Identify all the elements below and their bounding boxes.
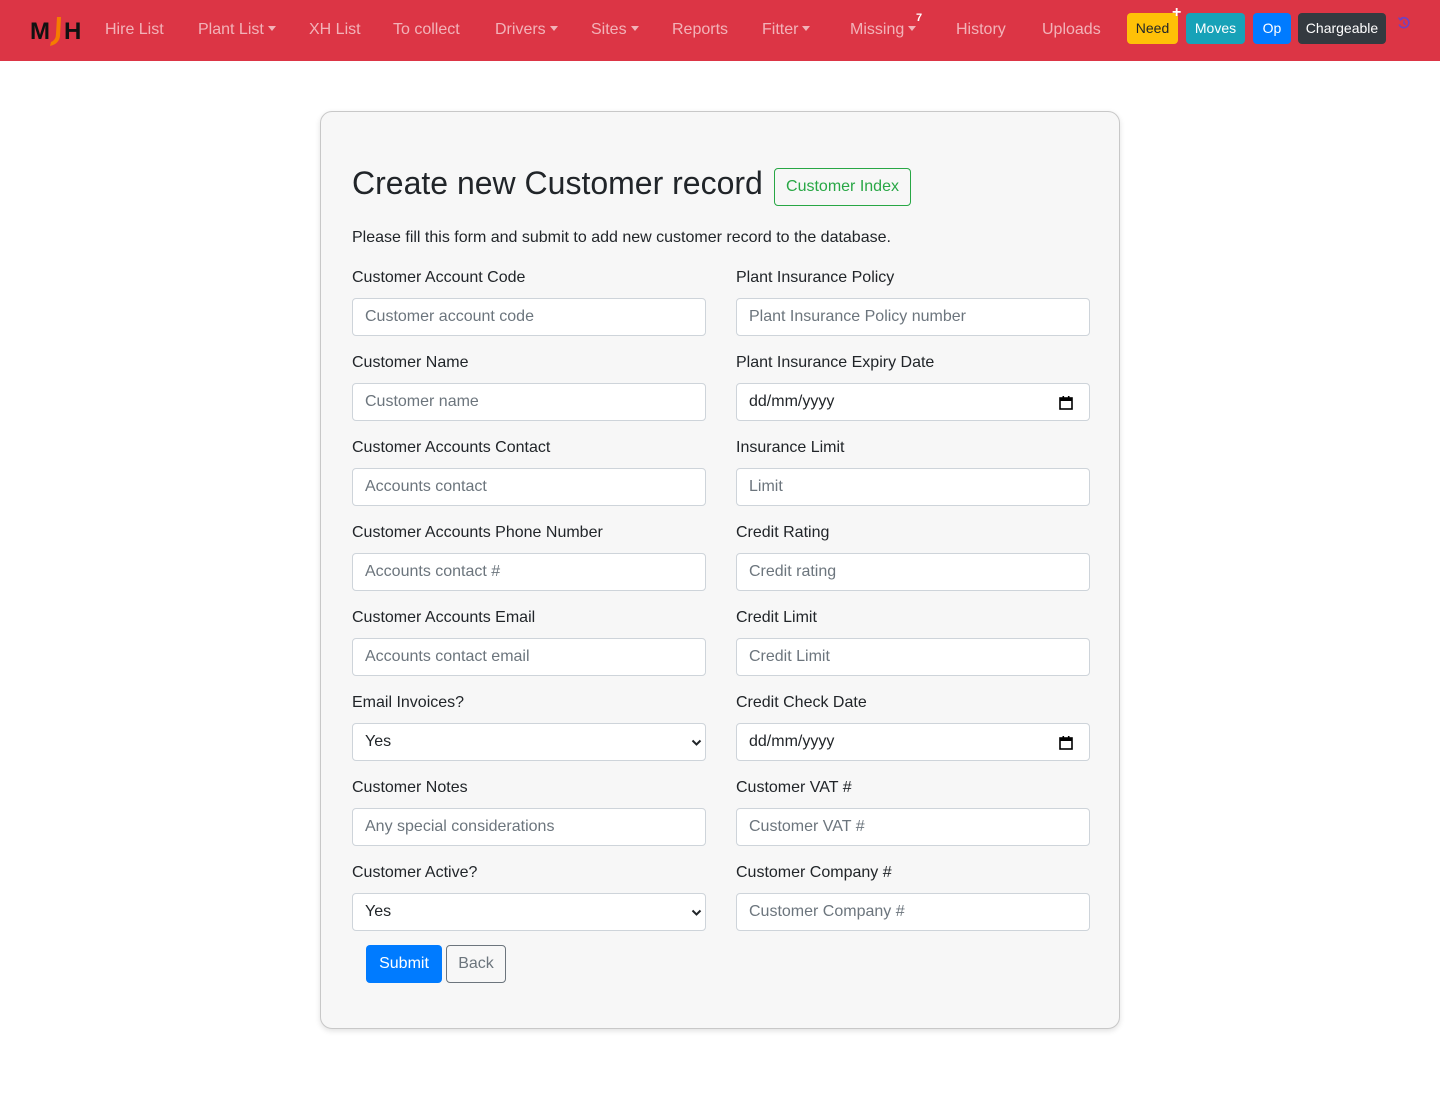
- account-code-input[interactable]: Customer account code: [352, 298, 706, 336]
- customer-name-label: Customer Name: [352, 354, 469, 371]
- credit-rating-input[interactable]: Credit rating: [736, 553, 1090, 591]
- submit-button[interactable]: Submit: [366, 945, 442, 983]
- company-number-placeholder: Customer Company #: [749, 903, 905, 920]
- nav-missing-label: Missing: [850, 21, 905, 38]
- accounts-phone-label: Customer Accounts Phone Number: [352, 524, 603, 541]
- email-invoices-select[interactable]: Yes: [352, 723, 706, 761]
- email-invoices-label: Email Invoices?: [352, 694, 465, 711]
- accounts-contact-placeholder: Accounts contact: [365, 478, 487, 495]
- credit-check-date-input[interactable]: dd/mm/yyyy: [736, 723, 1090, 761]
- company-number-label: Customer Company #: [736, 864, 892, 881]
- accounts-phone-input[interactable]: Accounts contact #: [352, 553, 706, 591]
- customer-form-card: Create new Customer record Customer Inde…: [320, 111, 1120, 1029]
- nav-reports[interactable]: Reports: [672, 20, 728, 40]
- op-button[interactable]: Op: [1253, 13, 1291, 44]
- nav-xh-list[interactable]: XH List: [309, 20, 361, 40]
- need-button[interactable]: Need: [1127, 13, 1178, 44]
- customer-notes-input[interactable]: Any special considerations: [352, 808, 706, 846]
- caret-down-icon: [267, 26, 276, 31]
- accounts-phone-placeholder: Accounts contact #: [365, 563, 501, 580]
- accounts-contact-label: Customer Accounts Contact: [352, 439, 551, 456]
- moves-button[interactable]: Moves: [1186, 13, 1245, 44]
- vat-label: Customer VAT #: [736, 779, 852, 796]
- caret-down-icon: [630, 26, 639, 31]
- caret-down-icon: [908, 26, 917, 31]
- nav-fitter-label: Fitter: [762, 21, 799, 38]
- calendar-icon[interactable]: [1059, 396, 1073, 410]
- accounts-email-placeholder: Accounts contact email: [365, 648, 530, 665]
- insurance-expiry-date-input[interactable]: dd/mm/yyyy: [736, 383, 1090, 421]
- customer-name-placeholder: Customer name: [365, 393, 479, 410]
- insurance-limit-input[interactable]: Limit: [736, 468, 1090, 506]
- nav-drivers-dropdown[interactable]: Drivers: [495, 20, 558, 40]
- credit-check-date-value: dd/mm/yyyy: [749, 733, 835, 750]
- customer-index-button[interactable]: Customer Index: [774, 168, 911, 206]
- account-code-placeholder: Customer account code: [365, 308, 534, 325]
- vat-placeholder: Customer VAT #: [749, 818, 865, 835]
- insurance-policy-placeholder: Plant Insurance Policy number: [749, 308, 966, 325]
- nav-plant-list-label: Plant List: [198, 21, 264, 38]
- chargeable-button[interactable]: Chargeable: [1298, 13, 1386, 44]
- insurance-limit-placeholder: Limit: [749, 478, 783, 495]
- credit-limit-input[interactable]: Credit Limit: [736, 638, 1090, 676]
- accounts-email-input[interactable]: Accounts contact email: [352, 638, 706, 676]
- nav-uploads[interactable]: Uploads: [1042, 20, 1101, 40]
- calendar-icon[interactable]: [1059, 736, 1073, 750]
- nav-fitter-dropdown[interactable]: Fitter: [762, 20, 811, 40]
- missing-count-badge: 7: [916, 12, 923, 24]
- nav-sites-dropdown[interactable]: Sites: [591, 20, 639, 40]
- vat-input[interactable]: Customer VAT #: [736, 808, 1090, 846]
- credit-limit-placeholder: Credit Limit: [749, 648, 830, 665]
- form-intro: Please fill this form and submit to add …: [352, 229, 891, 246]
- credit-rating-label: Credit Rating: [736, 524, 830, 541]
- chevron-down-icon: [691, 909, 702, 916]
- top-navbar: M H Hire List Plant List XH List To coll…: [0, 0, 1440, 61]
- mjh-logo[interactable]: M H: [30, 14, 84, 48]
- customer-active-value: Yes: [365, 903, 392, 920]
- caret-down-icon: [549, 26, 558, 31]
- caret-down-icon: [802, 26, 811, 31]
- customer-name-input[interactable]: Customer name: [352, 383, 706, 421]
- customer-active-label: Customer Active?: [352, 864, 478, 881]
- svg-text:H: H: [64, 18, 81, 45]
- plus-icon[interactable]: +: [1172, 5, 1181, 21]
- customer-notes-placeholder: Any special considerations: [365, 818, 555, 835]
- history-icon[interactable]: [1397, 16, 1411, 30]
- company-number-input[interactable]: Customer Company #: [736, 893, 1090, 931]
- account-code-label: Customer Account Code: [352, 269, 526, 286]
- insurance-limit-label: Insurance Limit: [736, 439, 845, 456]
- nav-history[interactable]: History: [956, 20, 1006, 40]
- chevron-down-icon: [691, 739, 702, 746]
- back-button[interactable]: Back: [446, 945, 506, 983]
- svg-text:M: M: [30, 18, 50, 45]
- nav-drivers-label: Drivers: [495, 21, 546, 38]
- insurance-policy-input[interactable]: Plant Insurance Policy number: [736, 298, 1090, 336]
- customer-notes-label: Customer Notes: [352, 779, 468, 796]
- insurance-expiry-value: dd/mm/yyyy: [749, 393, 835, 410]
- credit-rating-placeholder: Credit rating: [749, 563, 837, 580]
- insurance-policy-label: Plant Insurance Policy: [736, 269, 895, 286]
- nav-hire-list[interactable]: Hire List: [105, 20, 164, 40]
- credit-limit-label: Credit Limit: [736, 609, 817, 626]
- accounts-email-label: Customer Accounts Email: [352, 609, 536, 626]
- email-invoices-value: Yes: [365, 733, 392, 750]
- nav-plant-list-dropdown[interactable]: Plant List: [198, 20, 276, 40]
- customer-active-select[interactable]: Yes: [352, 893, 706, 931]
- page-title: Create new Customer record: [352, 165, 763, 201]
- credit-check-date-label: Credit Check Date: [736, 694, 867, 711]
- insurance-expiry-label: Plant Insurance Expiry Date: [736, 354, 935, 371]
- nav-to-collect[interactable]: To collect: [393, 20, 460, 40]
- nav-sites-label: Sites: [591, 21, 627, 38]
- nav-missing-dropdown[interactable]: Missing: [850, 20, 917, 40]
- accounts-contact-input[interactable]: Accounts contact: [352, 468, 706, 506]
